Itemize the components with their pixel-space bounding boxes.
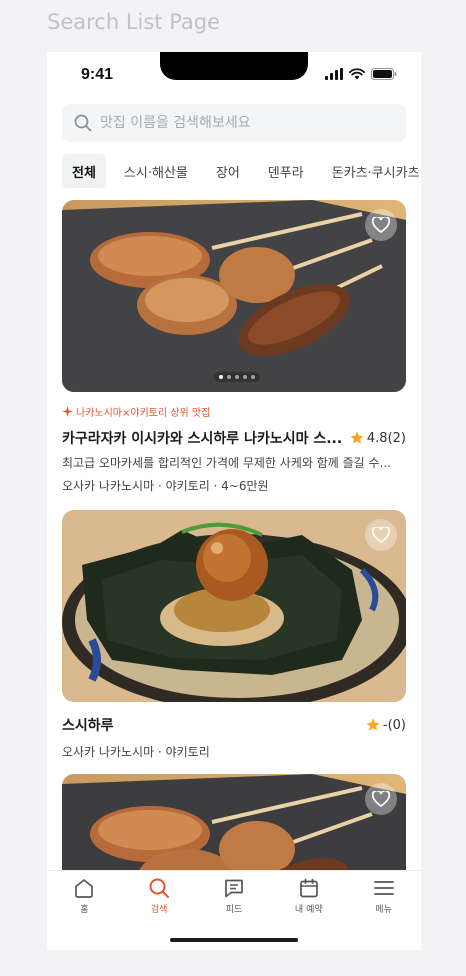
wifi-icon bbox=[349, 68, 365, 80]
favorite-button[interactable] bbox=[365, 209, 397, 241]
carousel-dot[interactable] bbox=[227, 375, 231, 379]
search-input[interactable] bbox=[100, 115, 380, 131]
restaurant-meta: 오사카 나카노시마 · 야키토리 · 4~6만원 bbox=[62, 479, 269, 493]
bottom-nav: 홈 검색 피드 내 예약 메뉴 bbox=[47, 870, 421, 950]
status-bar: 9:41 bbox=[47, 52, 421, 98]
battery-icon bbox=[371, 68, 397, 80]
menu-icon bbox=[373, 881, 394, 895]
nav-search[interactable]: 검색 bbox=[129, 877, 189, 915]
category-tabs: 전체 스시·해산물 장어 덴푸라 돈카츠·쿠시카츠 bbox=[62, 154, 421, 188]
rating-value: -(0) bbox=[382, 717, 406, 733]
nav-label: 피드 bbox=[225, 905, 243, 915]
restaurant-name[interactable]: 스시하루 bbox=[62, 715, 114, 735]
carousel-dot[interactable] bbox=[219, 375, 223, 379]
favorite-button[interactable] bbox=[365, 783, 397, 815]
restaurant-image[interactable] bbox=[62, 510, 406, 702]
star-icon bbox=[350, 431, 364, 444]
carousel-dot[interactable] bbox=[235, 375, 239, 379]
nav-label: 홈 bbox=[80, 905, 89, 915]
tab-eel[interactable]: 장어 bbox=[206, 154, 250, 188]
nav-reservations[interactable]: 내 예약 bbox=[279, 877, 339, 915]
nav-label: 메뉴 bbox=[375, 905, 392, 915]
restaurant-description: 최고급 오마카세를 합리적인 가격에 무제한 사케와 함께 즐길 수... bbox=[62, 456, 392, 470]
nav-feed[interactable]: 피드 bbox=[204, 877, 264, 915]
notch bbox=[160, 52, 308, 80]
carousel-dot[interactable] bbox=[243, 375, 247, 379]
restaurant-meta: 오사카 나카노시마 · 야키토리 bbox=[62, 745, 210, 759]
nav-label: 내 예약 bbox=[294, 905, 323, 915]
status-icons bbox=[325, 68, 397, 80]
heart-icon bbox=[372, 791, 390, 807]
yakitori-photo bbox=[62, 200, 406, 392]
tab-tonkatsu-kushikatsu[interactable]: 돈카츠·쿠시카츠 bbox=[322, 154, 421, 188]
search-icon bbox=[74, 114, 92, 132]
nav-home[interactable]: 홈 bbox=[54, 877, 114, 915]
star-icon bbox=[366, 718, 380, 731]
frame-title: Search List Page bbox=[47, 10, 221, 34]
calendar-icon bbox=[299, 878, 318, 898]
rating-value: 4.8(2) bbox=[366, 430, 406, 446]
search-icon bbox=[149, 878, 170, 898]
status-time: 9:41 bbox=[81, 66, 114, 83]
tab-tempura[interactable]: 덴푸라 bbox=[258, 154, 314, 188]
restaurant-name[interactable]: 카구라자카 이시카와 스시하루 나카노시마 스... bbox=[62, 428, 342, 448]
signal-icon bbox=[325, 68, 343, 80]
sparkle-icon bbox=[62, 406, 73, 417]
rating: -(0) bbox=[366, 718, 406, 733]
phone-screen: 9:41 맛집 이름을 검색해보세요 전체 스시·해산물 장어 덴푸라 돈카츠·… bbox=[47, 52, 421, 950]
favorite-button[interactable] bbox=[365, 519, 397, 551]
rating: 4.8(2) bbox=[350, 431, 406, 446]
nav-label: 검색 bbox=[150, 905, 168, 915]
home-icon bbox=[75, 879, 94, 898]
carousel-dots[interactable] bbox=[214, 372, 260, 382]
nav-menu[interactable]: 메뉴 bbox=[354, 877, 414, 915]
restaurant-card[interactable]: 나카노시마×야키토리 상위 맛집 카구라자카 이시카와 스시하루 나카노시마 스… bbox=[62, 200, 406, 494]
dish-photo bbox=[62, 510, 406, 702]
tab-all[interactable]: 전체 bbox=[62, 154, 106, 188]
heart-icon bbox=[372, 217, 390, 233]
promo-text: 나카노시마×야키토리 상위 맛집 bbox=[76, 408, 211, 419]
carousel-dot[interactable] bbox=[251, 375, 255, 379]
heart-icon bbox=[372, 527, 390, 543]
promo-badge: 나카노시마×야키토리 상위 맛집 bbox=[62, 404, 406, 419]
home-indicator[interactable] bbox=[170, 938, 298, 942]
tab-sushi-seafood[interactable]: 스시·해산물 bbox=[114, 154, 198, 188]
restaurant-card[interactable]: 스시하루 -(0) 오사카 나카노시마 · 야키토리 bbox=[62, 510, 406, 760]
restaurant-image[interactable] bbox=[62, 200, 406, 392]
search-bar[interactable] bbox=[62, 104, 406, 142]
feed-icon bbox=[225, 879, 243, 898]
